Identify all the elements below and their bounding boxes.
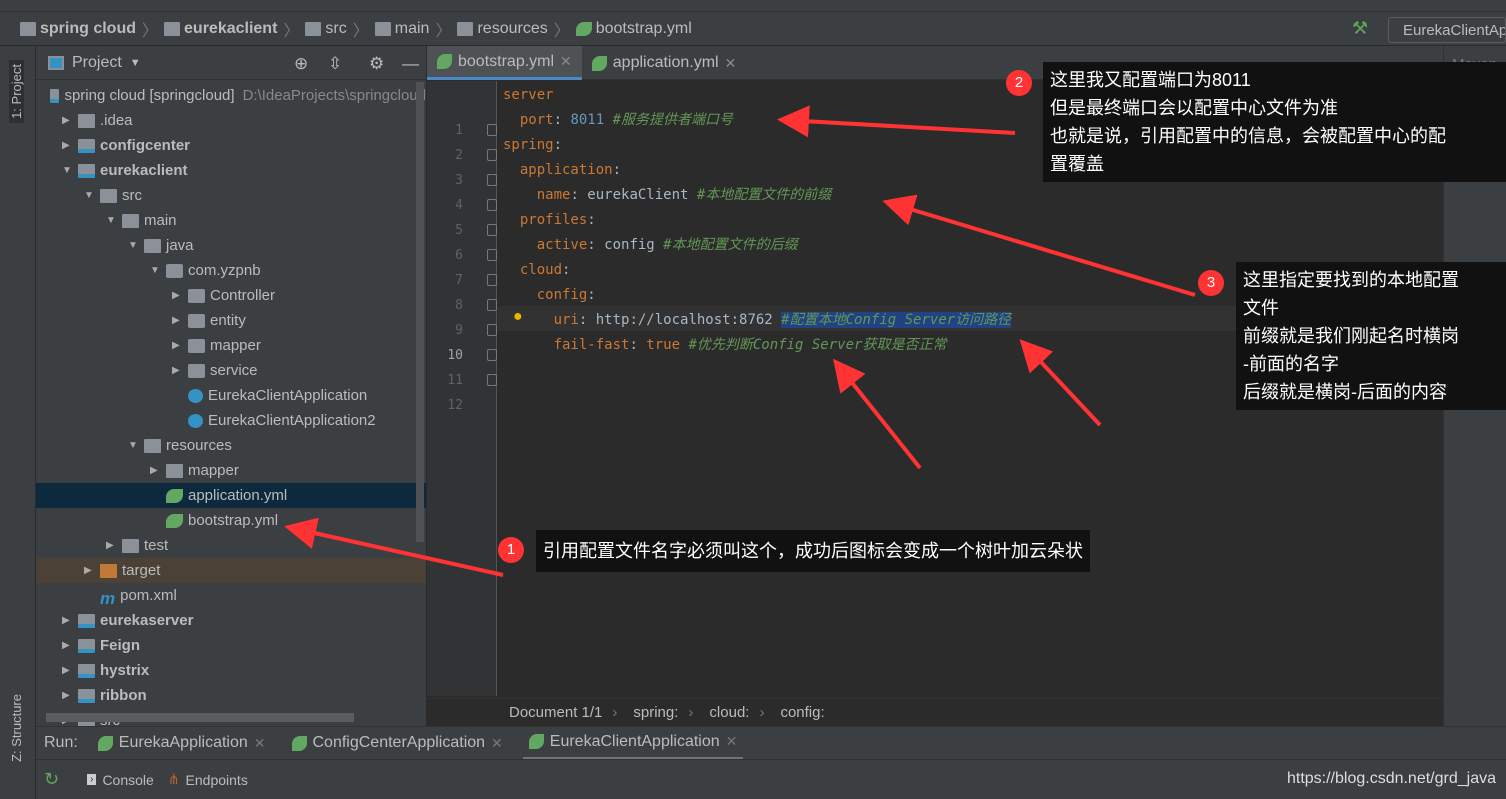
callout-line: 置覆盖 [1050, 154, 1104, 174]
arrow-3a [882, 194, 1196, 297]
callout-line: 也就是说，引用配置中的信息，会被配置中心的配 [1050, 126, 1446, 146]
callout-line: 文件 [1243, 298, 1279, 318]
arrow-1 [284, 517, 504, 577]
annotation-callout-2: 这里我又配置端口为8011 但是最终端口会以配置中心文件为准 也就是说，引用配置… [1043, 62, 1506, 182]
callout-line: 引用配置文件名字必须叫这个，成功后图标会变成一个树叶加云朵状 [543, 541, 1083, 561]
arrow-3c [1019, 339, 1102, 427]
callout-line: 前缀就是我们刚起名时横岗 [1243, 326, 1459, 346]
annotation-callout-1: 引用配置文件名字必须叫这个，成功后图标会变成一个树叶加云朵状 [536, 530, 1090, 572]
callout-line: -前面的名字 [1243, 354, 1339, 374]
annotation-callout-3: 这里指定要找到的本地配置 文件 前缀就是我们刚起名时横岗 -前面的名字 后缀就是… [1236, 262, 1506, 410]
arrow-3b [833, 358, 922, 470]
callout-line: 这里指定要找到的本地配置 [1243, 270, 1459, 290]
callout-line: 后缀就是横岗-后面的内容 [1243, 382, 1447, 402]
annotation-badge-1: 1 [498, 537, 524, 563]
arrow-2 [777, 105, 1016, 138]
annotation-badge-2: 2 [1006, 70, 1032, 96]
annotation-badge-3: 3 [1198, 270, 1224, 296]
callout-line: 这里我又配置端口为8011 [1050, 70, 1251, 90]
callout-line: 但是最终端口会以配置中心文件为准 [1050, 98, 1338, 118]
